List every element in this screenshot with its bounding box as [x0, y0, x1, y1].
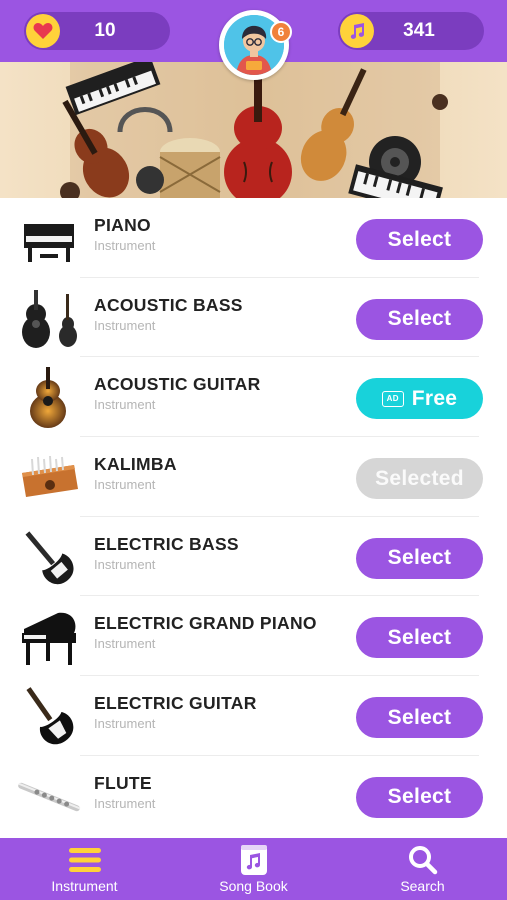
notes-value: 341	[403, 20, 435, 41]
list-item[interactable]: PIANO Instrument Select	[0, 198, 507, 278]
nav-song-book[interactable]: Song Book	[169, 838, 338, 900]
acoustic-bass-icon	[14, 288, 84, 350]
instrument-list: PIANO Instrument Select ACOUSTIC BASS In…	[0, 198, 507, 836]
select-button[interactable]: Select	[356, 219, 483, 260]
instrument-name: PIANO	[94, 215, 151, 235]
grand-piano-icon	[14, 606, 84, 668]
nav-search[interactable]: Search	[338, 838, 507, 900]
electric-bass-icon	[14, 527, 84, 589]
instrument-name: ELECTRIC BASS	[94, 533, 239, 554]
instrument-subtitle: Instrument	[94, 238, 156, 253]
instrument-subtitle: Instrument	[94, 477, 156, 493]
heart-icon	[26, 14, 60, 48]
list-item[interactable]: ELECTRIC BASS Instrument Select	[0, 517, 507, 597]
instruments-banner	[0, 62, 507, 198]
select-button[interactable]: Select	[356, 697, 483, 739]
instrument-subtitle: Instrument	[94, 397, 156, 413]
acoustic-guitar-icon	[14, 367, 84, 429]
notes-counter[interactable]: 341	[338, 12, 484, 50]
lives-value: 10	[94, 20, 116, 41]
instrument-name: KALIMBA	[94, 454, 177, 475]
list-item[interactable]: ELECTRIC GUITAR Instrument Select	[0, 676, 507, 756]
free-label: Free	[411, 386, 458, 410]
search-icon	[408, 845, 438, 875]
select-button[interactable]: Select	[356, 537, 483, 579]
music-note-icon	[340, 14, 374, 48]
instrument-subtitle: Instrument	[94, 317, 156, 333]
kalimba-icon	[14, 447, 84, 509]
select-button[interactable]: Select	[356, 776, 483, 818]
nav-instrument[interactable]: Instrument	[0, 838, 169, 900]
nav-song-book-label: Song Book	[219, 877, 288, 894]
select-button[interactable]: Select	[356, 617, 483, 659]
menu-icon	[68, 845, 101, 875]
instrument-subtitle: Instrument	[94, 795, 156, 811]
instrument-subtitle: Instrument	[94, 636, 156, 652]
ad-icon: AD	[381, 390, 404, 407]
instrument-subtitle: Instrument	[94, 716, 156, 732]
instrument-name: FLUTE	[94, 772, 152, 793]
instrument-name: ELECTRIC GUITAR	[94, 693, 257, 714]
piano-icon	[14, 208, 84, 270]
bottom-nav: Instrument Song Book Search	[0, 838, 507, 900]
list-item[interactable]: ACOUSTIC BASS Instrument Select	[0, 278, 507, 358]
list-item[interactable]: KALIMBA Instrument Selected	[0, 437, 507, 517]
instrument-name: ELECTRIC GRAND PIANO	[94, 613, 317, 634]
lives-counter[interactable]: 10	[24, 12, 170, 50]
song-book-icon	[240, 844, 268, 875]
free-ad-button[interactable]: AD Free	[356, 378, 483, 420]
instrument-name: ACOUSTIC BASS	[94, 294, 243, 315]
list-item[interactable]: ACOUSTIC GUITAR Instrument AD Free	[0, 357, 507, 438]
nav-instrument-label: Instrument	[51, 877, 118, 894]
list-item[interactable]: ELECTRIC GRAND PIANO Instrument Select	[0, 596, 507, 677]
flute-icon	[14, 766, 84, 828]
notification-badge: 6	[270, 21, 292, 43]
list-item[interactable]: FLUTE Instrument Select	[0, 756, 507, 836]
nav-search-label: Search	[400, 877, 445, 894]
instrument-name: ACOUSTIC GUITAR	[94, 374, 261, 395]
select-button[interactable]: Select	[356, 298, 483, 340]
selected-button[interactable]: Selected	[356, 458, 483, 500]
electric-guitar-icon	[14, 686, 84, 748]
instrument-subtitle: Instrument	[94, 556, 156, 572]
app-root: 10 341 6 PIANO Instrument Select ACOUSTI…	[0, 0, 507, 900]
